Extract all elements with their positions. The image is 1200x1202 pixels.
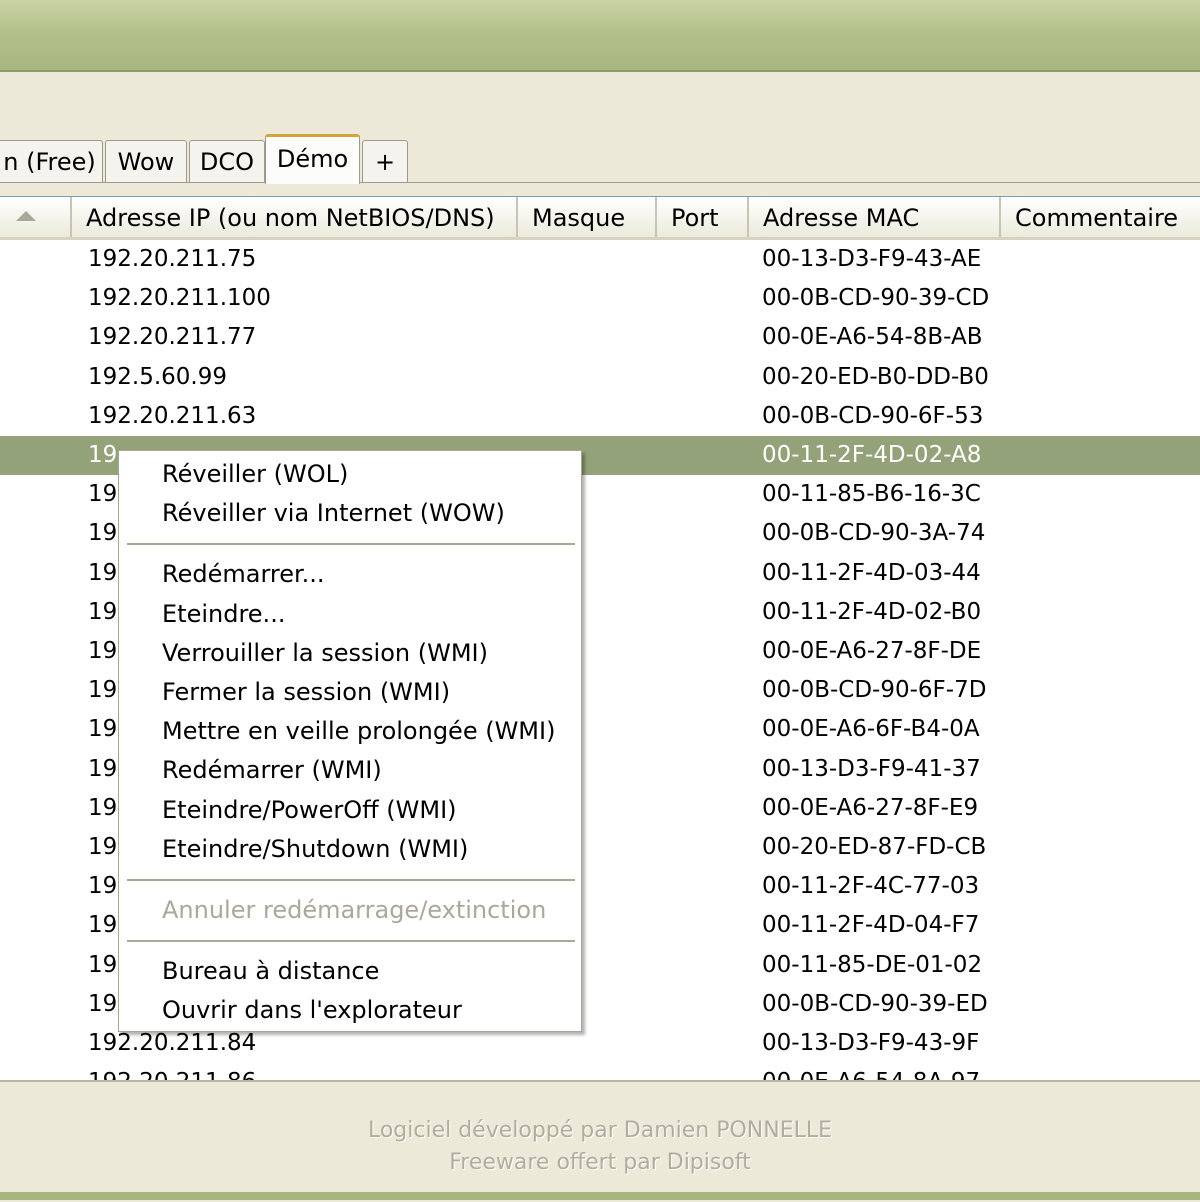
cell-mac: 00-0E-A6-27-8F-DE [762,638,982,664]
menu-item[interactable]: Bureau à distance [162,952,572,990]
menu-item[interactable]: Mettre en veille prolongée (WMI) [162,712,572,750]
menu-item[interactable]: Ouvrir dans l'explorateur [162,991,572,1029]
menu-item[interactable]: Redémarrer... [162,555,572,593]
menu-separator [127,940,575,942]
menu-item[interactable]: Redémarrer (WMI) [162,751,572,789]
menu-item[interactable]: Eteindre... [162,595,572,633]
cell-ip: 19 [88,991,118,1017]
cell-mac: 00-13-D3-F9-43-AE [762,246,982,272]
cell-ip: 19 [88,481,118,507]
credit-publisher: Freeware offert par Dipisoft [449,1150,751,1175]
table-row[interactable]: 192.20.211.77 00-0E-A6-54-8B-AB [0,318,1200,357]
table-row[interactable]: 192.5.60.99 00-20-ED-B0-DD-B0 [0,358,1200,397]
cell-ip: 19 [88,952,118,978]
menu-item[interactable]: Eteindre/Shutdown (WMI) [162,830,572,868]
toolbar-strip [0,72,1200,115]
cell-mac: 00-13-D3-F9-41-37 [762,756,981,782]
cell-mac: 00-11-2F-4D-03-44 [762,560,981,586]
cell-mac: 00-11-2F-4D-02-B0 [762,599,982,625]
column-header-port[interactable]: Port [657,197,749,237]
cell-mac: 00-0E-A6-27-8F-E9 [762,795,979,821]
menu-item[interactable]: Fermer la session (WMI) [162,673,572,711]
tab-wow[interactable]: Wow [105,140,187,182]
table-row[interactable]: 192.20.211.63 00-0B-CD-90-6F-53 [0,397,1200,436]
menu-separator [127,879,575,881]
column-header-status[interactable] [0,197,72,237]
cell-ip: 19 [88,795,118,821]
cell-mac: 00-11-85-DE-01-02 [762,952,983,978]
footer-bar: Logiciel développé par Damien PONNELLE F… [0,1080,1200,1202]
menu-item: Annuler redémarrage/extinction [162,896,547,924]
column-header-comment[interactable]: Commentaire [1001,197,1200,237]
tab-demo[interactable]: Démo [265,134,360,184]
cell-ip: 192.20.211.77 [88,324,257,350]
cell-ip: 19 [88,442,118,468]
menu-item[interactable]: Réveiller (WOL) [162,455,572,493]
table-row[interactable]: 192.20.211.75 00-13-D3-F9-43-AE [0,240,1200,279]
cell-mac: 00-0E-A6-6F-B4-0A [762,716,980,742]
column-header-mac[interactable]: Adresse MAC [749,197,1001,237]
context-menu: Réveiller (WOL) Réveiller via Internet (W… [118,450,582,1032]
cell-mac: 00-11-85-B6-16-3C [762,481,981,507]
cell-ip: 19 [88,912,118,938]
cell-ip: 192.20.211.63 [88,403,257,429]
tab-free[interactable]: n (Free) [0,140,103,182]
credit-author: Logiciel développé par Damien PONNELLE [367,1118,833,1143]
cell-ip: 19 [88,716,118,742]
menu-item[interactable]: Réveiller via Internet (WOW) [162,494,572,532]
cell-ip: 19 [88,560,118,586]
tab-baseline [0,182,1200,183]
cell-ip: 192.20.211.100 [88,285,271,311]
cell-ip: 19 [88,677,118,703]
cell-mac: 00-0B-CD-90-39-CD [762,285,990,311]
list-header: Adresse IP (ou nom NetBIOS/DNS) Masque P… [0,197,1200,240]
cell-ip: 192.20.211.86 [88,1063,256,1081]
table-row[interactable]: 192.20.211.100 00-0B-CD-90-39-CD [0,279,1200,318]
cell-ip: 19 [88,834,118,860]
cell-ip: 192.5.60.99 [88,364,227,390]
cell-ip: 19 [88,638,118,664]
cell-mac: 00-13-D3-F9-43-9F [762,1030,980,1056]
cell-mac: 00-20-ED-B0-DD-B0 [762,364,989,390]
window-titlebar[interactable] [0,0,1200,72]
cell-ip: 19 [88,873,118,899]
cell-mac: 00-11-2F-4D-02-A8 [762,442,982,468]
column-header-mask[interactable]: Masque [518,197,657,237]
cell-mac: 00-11-2F-4D-04-F7 [762,912,980,938]
cell-mac: 00-0B-CD-90-6F-53 [762,403,984,429]
window-border-bottom [0,1192,1200,1200]
cell-ip: 19 [88,520,118,546]
menu-item[interactable]: Verrouiller la session (WMI) [162,634,572,672]
cell-mac: 00-0B-CD-90-39-ED [762,991,988,1017]
sort-ascending-icon [16,211,36,221]
tab-add[interactable]: + [362,140,408,182]
column-header-ip[interactable]: Adresse IP (ou nom NetBIOS/DNS) [72,197,518,237]
cell-ip: 192.20.211.75 [88,246,257,272]
tab-dco[interactable]: DCO [189,140,265,182]
cell-mac: 00-0B-CD-90-3A-74 [762,520,986,546]
table-row[interactable]: 192.20.211.86 00-0E-A6-54-8A-97 [0,1063,1200,1081]
menu-separator [127,543,575,545]
cell-ip: 19 [88,756,118,782]
cell-mac: 00-0E-A6-54-8B-AB [762,324,983,350]
cell-mac: 00-11-2F-4C-77-03 [762,873,980,899]
cell-mac: 00-0B-CD-90-6F-7D [762,677,987,703]
cell-mac: 00-20-ED-87-FD-CB [762,834,987,860]
cell-mac: 00-0E-A6-54-8A-97 [762,1063,980,1081]
cell-ip: 19 [88,599,118,625]
menu-item[interactable]: Eteindre/PowerOff (WMI) [162,791,572,829]
